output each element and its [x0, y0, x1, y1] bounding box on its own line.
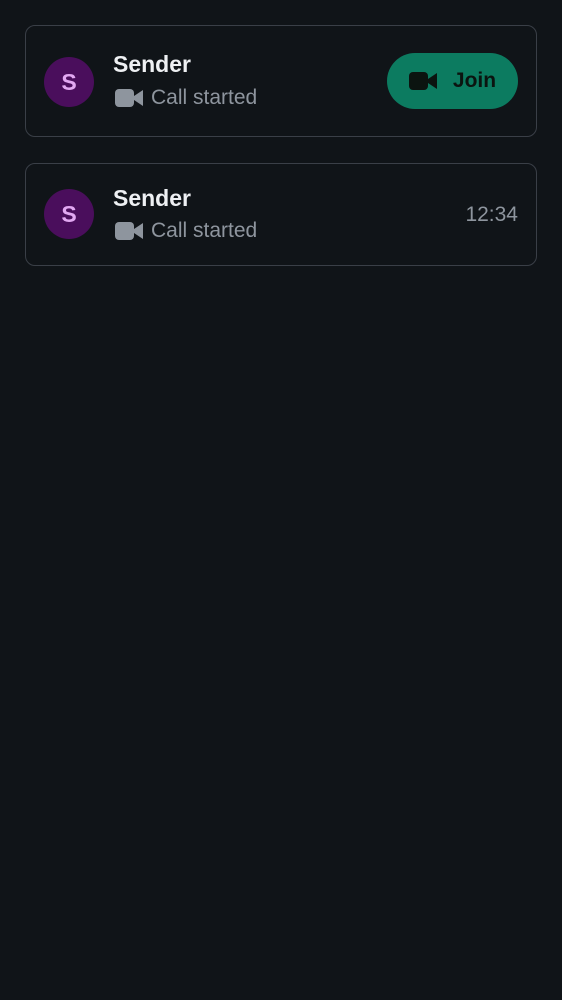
join-button-label: Join — [452, 69, 497, 92]
call-list: S Sender Call started Join S Sender Call… — [25, 25, 537, 266]
avatar: S — [44, 57, 94, 107]
call-timestamp: 12:34 — [465, 203, 518, 226]
video-camera-icon — [408, 70, 439, 92]
video-camera-icon — [115, 87, 145, 109]
sender-name: Sender — [113, 51, 191, 77]
video-camera-icon — [115, 220, 145, 242]
join-call-button[interactable]: Join — [387, 53, 518, 109]
avatar: S — [44, 189, 94, 239]
call-card[interactable]: S Sender Call started Join — [25, 25, 537, 137]
avatar-initial: S — [61, 68, 77, 95]
call-status: Call started — [115, 85, 257, 111]
sender-name: Sender — [113, 185, 191, 211]
call-card[interactable]: S Sender Call started 12:34 — [25, 163, 537, 266]
call-status-text: Call started — [151, 219, 258, 242]
call-status-text: Call started — [151, 86, 258, 109]
avatar-initial: S — [61, 200, 77, 227]
call-status: Call started — [115, 218, 257, 244]
